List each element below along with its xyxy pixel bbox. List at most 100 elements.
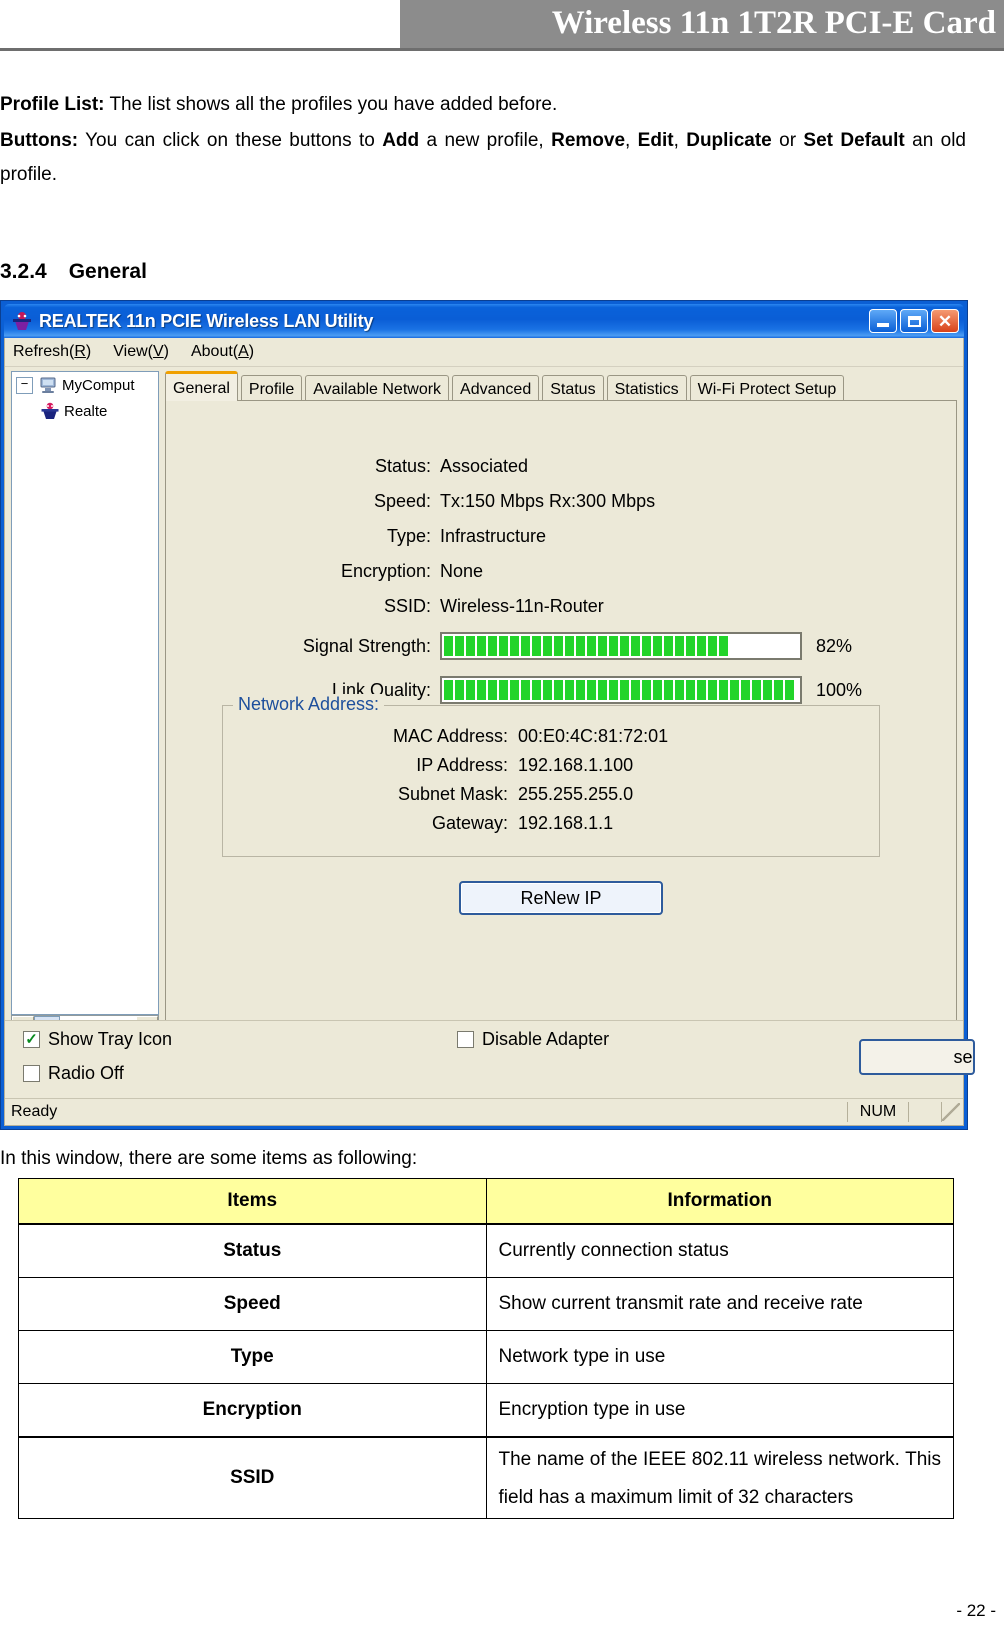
- adapter-tree[interactable]: − MyComput Realte: [11, 371, 159, 1015]
- minimize-button[interactable]: [869, 309, 897, 333]
- menu-about-label: About(: [190, 343, 239, 360]
- row-signal-strength: Signal Strength: 82%: [166, 624, 956, 668]
- close-window-button[interactable]: ✕: [931, 309, 959, 333]
- tab-status[interactable]: Status: [542, 375, 604, 402]
- options-strip: ✓ Show Tray Icon Radio Off Disable Adapt…: [5, 1020, 975, 1099]
- bar-segment: [664, 680, 673, 700]
- buttons-remove: Remove: [551, 130, 626, 151]
- maximize-button[interactable]: [900, 309, 928, 333]
- tree-item-realtek-adapter-label: Realte: [64, 402, 108, 420]
- bar-segment: [444, 636, 453, 656]
- table-row: Type Network type in use: [18, 1330, 954, 1384]
- bar-segment: [620, 680, 629, 700]
- bar-segment: [719, 680, 728, 700]
- bar-segment: [488, 680, 497, 700]
- table-row: Encryption Encryption type in use: [18, 1383, 954, 1438]
- bar-segment: [598, 636, 607, 656]
- show-tray-icon-box[interactable]: ✓: [23, 1031, 40, 1048]
- items-information-table: Items Information Status Currently conne…: [18, 1178, 954, 1519]
- bar-segment: [477, 636, 486, 656]
- buttons-sep-2: ,: [673, 130, 687, 151]
- menu-refresh[interactable]: Refresh(R): [13, 343, 91, 361]
- bar-segment: [686, 636, 695, 656]
- buttons-paragraph: Buttons: You can click on these buttons …: [0, 124, 966, 192]
- document-running-header: Wireless 11n 1T2R PCI-E Card: [0, 0, 1004, 51]
- buttons-text-2: a new profile,: [419, 130, 552, 151]
- bar-segment: [543, 680, 552, 700]
- tree-item-mycomputer[interactable]: − MyComput: [12, 372, 158, 398]
- bar-segment: [587, 636, 596, 656]
- resize-grip-icon[interactable]: [942, 1103, 960, 1121]
- menu-about-accel: A: [238, 343, 249, 360]
- menu-refresh-tail: ): [85, 343, 92, 360]
- disable-adapter-checkbox[interactable]: Disable Adapter: [457, 1029, 609, 1050]
- bar-segment: [466, 680, 475, 700]
- minimize-icon: [877, 323, 889, 327]
- window-title: REALTEK 11n PCIE Wireless LAN Utility: [39, 310, 374, 331]
- renew-ip-button[interactable]: ReNew IP: [459, 881, 663, 915]
- bar-segment: [477, 680, 486, 700]
- tab-available-network[interactable]: Available Network: [305, 375, 450, 402]
- tab-advanced[interactable]: Advanced: [452, 375, 540, 402]
- link-quality-bar: [440, 676, 802, 704]
- bar-segment: [752, 680, 761, 700]
- link-quality-bar-fill: [444, 680, 794, 700]
- bar-segment: [499, 680, 508, 700]
- tab-profile[interactable]: Profile: [240, 375, 303, 402]
- table-cell-info: Encryption type in use: [485, 1383, 954, 1438]
- collapse-expander-icon[interactable]: −: [16, 376, 33, 394]
- bar-segment: [631, 636, 640, 656]
- header-rule: [0, 48, 1004, 51]
- speed-label: Speed:: [373, 491, 431, 511]
- bar-segment: [642, 636, 651, 656]
- radio-off-checkbox[interactable]: Radio Off: [23, 1063, 124, 1084]
- table-row: SSID The name of the IEEE 802.11 wireles…: [18, 1436, 954, 1519]
- ip-address-value: 192.168.1.100: [518, 755, 634, 775]
- bar-segment: [532, 680, 541, 700]
- speed-value: Tx:150 Mbps Rx:300 Mbps: [440, 491, 656, 511]
- network-address-group: Network Address: MAC Address: 00:E0:4C:8…: [222, 694, 880, 857]
- row-mac-address: MAC Address: 00:E0:4C:81:72:01: [223, 722, 879, 751]
- table-header-items: Items: [18, 1178, 487, 1225]
- table-cell-item: Type: [18, 1330, 487, 1384]
- type-value: Infrastructure: [440, 526, 547, 546]
- connection-status-grid: Status: Associated Speed: Tx:150 Mbps Rx…: [166, 449, 956, 712]
- bar-segment: [631, 680, 640, 700]
- bar-segment: [499, 636, 508, 656]
- row-type: Type: Infrastructure: [166, 519, 956, 554]
- profile-list-paragraph: Profile List: The list shows all the pro…: [0, 88, 980, 122]
- table-header-information: Information: [485, 1178, 954, 1225]
- bar-segment: [455, 636, 464, 656]
- bar-segment: [697, 636, 706, 656]
- computer-icon: [38, 375, 58, 395]
- window-body: Refresh(R) View(V) About(A) − MyComput R…: [4, 338, 975, 1126]
- radio-off-label: Radio Off: [48, 1063, 124, 1083]
- menu-view-label: View(: [113, 343, 153, 360]
- bar-segment: [741, 680, 750, 700]
- renew-ip-row: ReNew IP: [166, 881, 956, 915]
- row-status: Status: Associated: [166, 449, 956, 484]
- table-cell-item: SSID: [18, 1436, 487, 1519]
- menu-about[interactable]: About(A): [191, 343, 254, 361]
- items-intro-line: In this window, there are some items as …: [0, 1148, 418, 1169]
- bar-segment: [587, 680, 596, 700]
- gateway-value: 192.168.1.1: [518, 813, 614, 833]
- buttons-set-default: Set Default: [803, 130, 905, 151]
- buttons-label: Buttons:: [0, 130, 79, 151]
- bar-segment: [620, 636, 629, 656]
- section-number: 3.2.4: [0, 260, 47, 283]
- status-value: Associated: [440, 456, 529, 476]
- close-button[interactable]: se: [859, 1039, 975, 1075]
- disable-adapter-box[interactable]: [457, 1031, 474, 1048]
- show-tray-icon-checkbox[interactable]: ✓ Show Tray Icon: [23, 1029, 172, 1050]
- bar-segment: [510, 636, 519, 656]
- status-label: Status:: [374, 456, 431, 476]
- radio-off-box[interactable]: [23, 1065, 40, 1082]
- encryption-value: None: [440, 561, 484, 581]
- tab-general[interactable]: General: [165, 371, 238, 401]
- tab-wifi-protect-setup[interactable]: Wi-Fi Protect Setup: [689, 375, 845, 402]
- ip-address-label: IP Address:: [416, 755, 508, 775]
- tree-item-realtek-adapter[interactable]: Realte: [12, 398, 158, 424]
- tab-statistics[interactable]: Statistics: [606, 375, 687, 402]
- menu-view[interactable]: View(V): [113, 343, 169, 361]
